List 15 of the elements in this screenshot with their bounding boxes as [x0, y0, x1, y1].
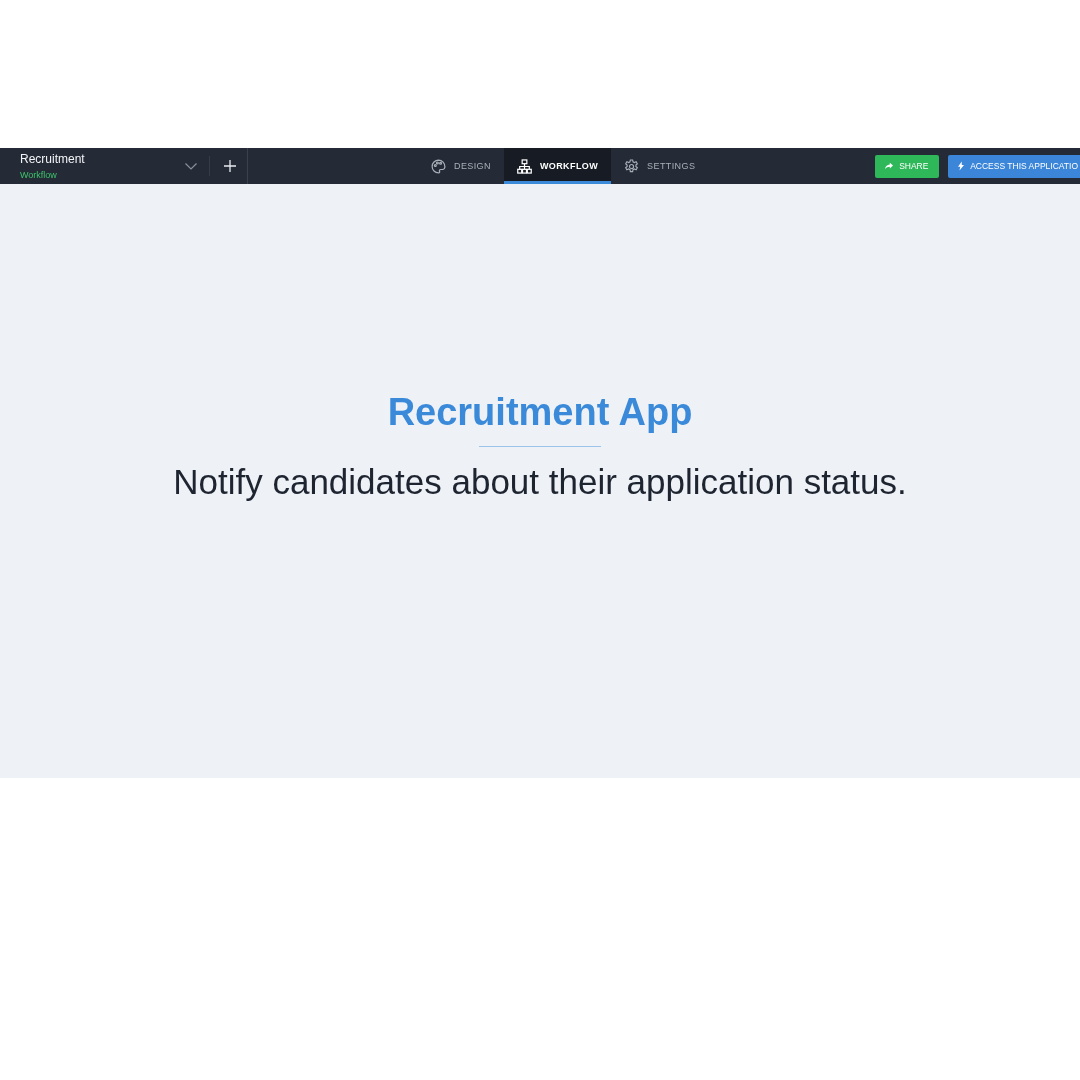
- app-name: Recruitment: [20, 151, 86, 167]
- section-name: Workflow: [20, 168, 58, 181]
- chevron-down-icon[interactable]: [185, 162, 197, 170]
- share-arrow-icon: [885, 162, 894, 170]
- nav-tab[interactable]: SETTINGS: [611, 148, 709, 184]
- plus-icon[interactable]: [224, 160, 236, 172]
- gear-icon: [624, 158, 640, 174]
- nav-tab[interactable]: WORKFLOW: [503, 148, 612, 184]
- page-title: Recruitment App: [387, 389, 693, 434]
- page-subtitle: Notify candidates about their application status.: [173, 460, 907, 503]
- nav-tab[interactable]: DESIGN: [418, 148, 504, 184]
- lightning-icon: [958, 161, 965, 171]
- access-button[interactable]: ACCESS THIS APPLICATIO: [948, 154, 1080, 178]
- hierarchy-icon: [516, 158, 532, 174]
- palette-icon: [431, 158, 446, 174]
